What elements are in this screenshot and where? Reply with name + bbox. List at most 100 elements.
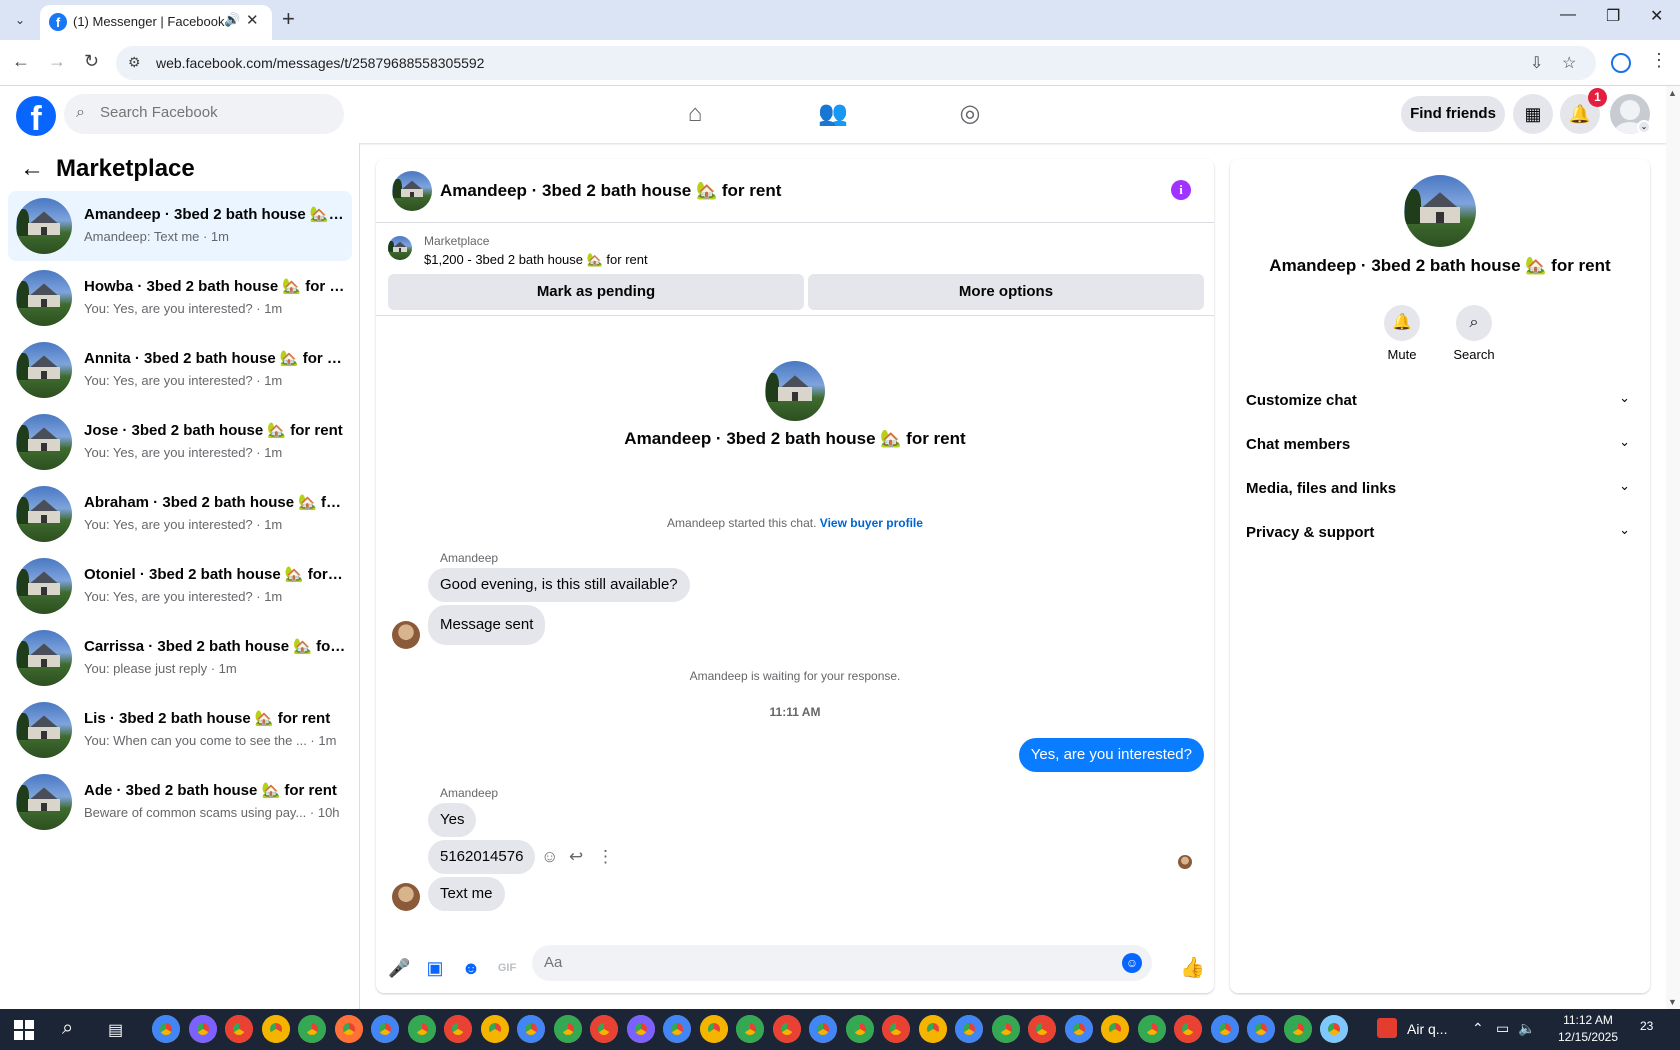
menu-grid-icon[interactable]: ▦ [1513,94,1553,134]
chat-avatar[interactable] [392,171,432,211]
taskbar-app-icon[interactable] [1064,1015,1093,1043]
reply-icon[interactable]: ↩ [569,847,583,867]
facebook-search[interactable]: ⌕ [64,94,344,134]
thumbs-up-icon[interactable]: 👍 [1180,955,1205,980]
task-view-icon[interactable]: ▤ [108,1020,123,1040]
reload-icon[interactable]: ↻ [84,51,99,72]
taskbar-app-icon[interactable] [1247,1015,1275,1043]
media-files-links-section[interactable]: Media, files and links ⌄ [1246,469,1634,509]
close-window-button[interactable]: ✕ [1650,6,1663,26]
taskbar-app-icon[interactable] [152,1015,180,1043]
sender-avatar[interactable] [392,621,420,649]
conversation-item[interactable]: Carrissa · 3bed 2 bath house 🏡 for rent … [8,623,352,693]
find-friends-button[interactable]: Find friends [1401,96,1505,132]
volume-icon[interactable]: 🔈 [1518,1020,1535,1037]
windows-start-icon[interactable] [14,1020,34,1040]
conversation-item[interactable]: Jose · 3bed 2 bath house 🏡 for rent You:… [8,407,352,477]
tab-close-icon[interactable]: ✕ [246,11,259,29]
facebook-logo[interactable]: f [16,96,56,136]
install-app-icon[interactable]: ⇩ [1530,53,1543,73]
conversation-item[interactable]: Howba · 3bed 2 bath house 🏡 for rent You… [8,263,352,333]
taskbar-app-icon[interactable] [334,1015,363,1043]
scroll-up-icon[interactable]: ▲ [1668,88,1677,98]
taskbar-app-icon[interactable] [1137,1015,1166,1043]
new-tab-button[interactable]: + [282,6,295,32]
taskbar-app-icon[interactable] [480,1015,509,1043]
browser-tab-messenger[interactable]: f (1) Messenger | Facebook 🔊 ✕ [40,5,272,40]
tray-overflow-icon[interactable]: ⌃ [1472,1020,1484,1037]
conversation-item[interactable]: Annita · 3bed 2 bath house 🏡 for rent Yo… [8,335,352,405]
outgoing-message[interactable]: Yes, are you interested? [1018,738,1204,772]
react-emoji-icon[interactable]: ☺ [541,847,558,867]
conversation-avatar[interactable] [765,361,825,421]
incoming-message[interactable]: Yes [428,803,477,837]
friends-icon[interactable]: 👥 [813,96,853,132]
taskbar-app-icon[interactable] [882,1015,910,1043]
view-buyer-profile-link[interactable]: View buyer profile [820,516,923,530]
taskbar-search-icon[interactable]: ⌕ [62,1017,73,1040]
mark-as-pending-button[interactable]: Mark as pending [388,274,804,310]
taskbar-app-icon[interactable] [225,1015,253,1043]
taskbar-app-icon[interactable] [663,1015,691,1043]
conversation-item[interactable]: Ade · 3bed 2 bath house 🏡 for rent Bewar… [8,767,352,837]
restore-button[interactable]: ❐ [1606,6,1620,26]
customize-chat-section[interactable]: Customize chat ⌄ [1246,381,1634,421]
conversation-item[interactable]: Abraham · 3bed 2 bath house 🏡 for rent Y… [8,479,352,549]
privacy-support-section[interactable]: Privacy & support ⌄ [1246,513,1634,553]
emoji-icon[interactable]: ☺ [1122,953,1142,973]
message-input-box[interactable]: ☺ [532,945,1152,981]
home-icon[interactable]: ⌂ [675,96,715,132]
conversation-item[interactable]: Otoniel · 3bed 2 bath house 🏡 for rent Y… [8,551,352,621]
taskbar-app-icon[interactable] [955,1015,983,1043]
listing-thumbnail[interactable] [388,236,412,260]
account-chevron-icon[interactable]: ⌄ [1637,120,1651,134]
conversation-item[interactable]: Amandeep · 3bed 2 bath house 🏡 for rent … [8,191,352,261]
taskbar-app-icon[interactable] [371,1015,399,1043]
bookmark-star-icon[interactable]: ☆ [1562,53,1576,73]
more-options-button[interactable]: More options [808,274,1204,310]
address-bar[interactable]: ⚙ web.facebook.com/messages/t/2587968855… [116,46,1596,80]
taskbar-app-icon[interactable] [699,1015,728,1043]
sender-avatar[interactable] [392,883,420,911]
taskbar-app-icon[interactable] [809,1015,837,1043]
taskbar-app-icon[interactable] [444,1015,472,1043]
search-in-chat-button[interactable]: ⌕ Search [1444,305,1504,362]
search-input[interactable] [100,104,330,121]
taskbar-app-icon[interactable] [407,1015,436,1043]
gif-icon[interactable]: GIF [496,957,518,979]
photo-icon[interactable]: ▣ [424,957,446,979]
taskbar-app-icon[interactable] [1210,1015,1239,1043]
back-icon[interactable]: ← [12,51,30,72]
incoming-message[interactable]: Text me [428,877,505,911]
more-actions-icon[interactable]: ⋮ [597,847,614,867]
minimize-button[interactable]: — [1560,6,1576,24]
taskbar-clock[interactable]: 11:12 AM 12/15/2025 [1548,1012,1628,1046]
taskbar-app-icon[interactable] [772,1015,801,1043]
mute-button[interactable]: 🔔 Mute [1372,305,1432,362]
taskbar-app-icon[interactable] [590,1015,618,1043]
info-avatar[interactable] [1404,175,1476,247]
conversation-item[interactable]: Lis · 3bed 2 bath house 🏡 for rent You: … [8,695,352,765]
taskbar-app-icon[interactable] [517,1015,545,1043]
info-icon[interactable]: i [1171,180,1191,200]
speaker-icon[interactable]: 🔊 [224,12,240,28]
site-info-icon[interactable]: ⚙ [128,54,141,71]
microphone-icon[interactable]: 🎤 [388,957,410,979]
notification-center-icon[interactable]: 23 [1640,1019,1653,1033]
incoming-message[interactable]: Good evening, is this still available? [428,568,690,602]
taskbar-app-icon[interactable] [298,1015,326,1043]
browser-menu-icon[interactable]: ⋮ [1650,50,1668,71]
taskbar-app-icon[interactable] [991,1015,1020,1043]
sticker-icon[interactable]: ☻ [460,957,482,979]
taskbar-app-icon[interactable] [553,1015,582,1043]
incoming-message[interactable]: 5162014576 [428,840,536,874]
back-arrow-icon[interactable]: ← [20,155,44,183]
chat-members-section[interactable]: Chat members ⌄ [1246,425,1634,465]
weather-widget[interactable]: Air q... [1377,1016,1487,1042]
listing-price[interactable]: $1,200 - 3bed 2 bath house 🏡 for rent [424,252,648,268]
taskbar-app-icon[interactable] [1320,1015,1348,1043]
incoming-message[interactable]: Message sent [428,605,546,645]
taskbar-app-icon[interactable] [1174,1015,1202,1043]
tab-search-dropdown-icon[interactable]: ⌄ [10,10,30,30]
taskbar-app-icon[interactable] [188,1015,217,1043]
